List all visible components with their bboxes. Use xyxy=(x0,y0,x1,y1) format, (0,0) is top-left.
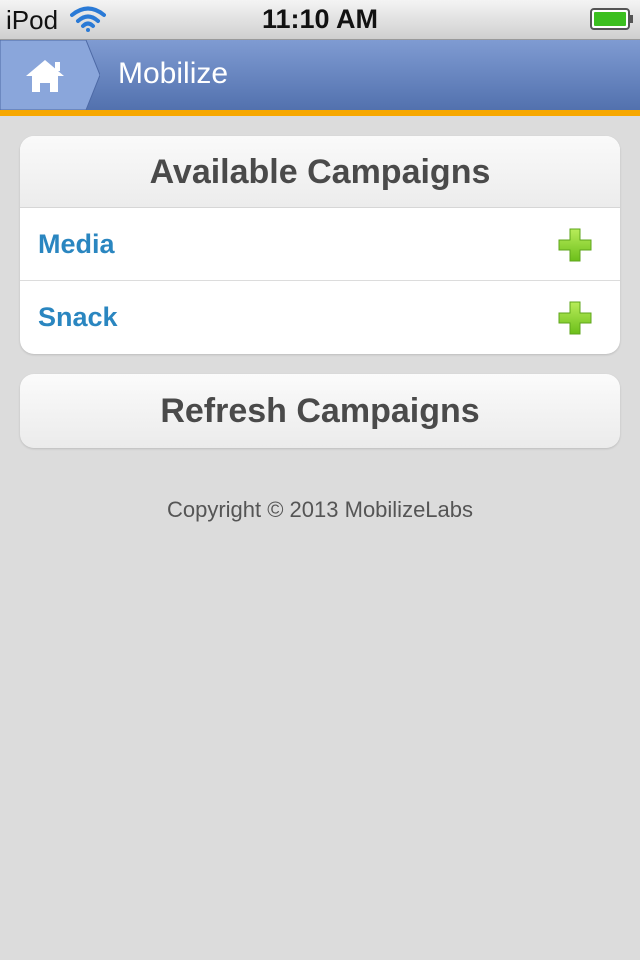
battery-icon xyxy=(590,8,633,30)
campaign-label: Media xyxy=(38,229,115,259)
page-title: Mobilize xyxy=(118,57,229,90)
campaign-item-snack[interactable]: Snack xyxy=(20,281,620,354)
campaigns-heading: Available Campaigns xyxy=(20,136,620,208)
campaigns-card: Available Campaigns Media Snack xyxy=(20,136,620,354)
home-button[interactable] xyxy=(0,40,100,110)
header-accent-bar xyxy=(0,110,640,116)
copyright-text: Copyright © 2013 MobilizeLabs xyxy=(166,497,474,522)
home-icon xyxy=(0,40,100,110)
status-time: 11:10 AM xyxy=(261,4,379,34)
plus-icon[interactable] xyxy=(558,301,592,335)
campaign-label: Snack xyxy=(38,302,118,332)
campaign-item-media[interactable]: Media xyxy=(20,208,620,281)
status-bar: iPod 11:10 AM xyxy=(0,0,640,40)
refresh-campaigns-button[interactable]: Refresh Campaigns xyxy=(20,374,620,448)
plus-icon[interactable] xyxy=(558,228,592,262)
